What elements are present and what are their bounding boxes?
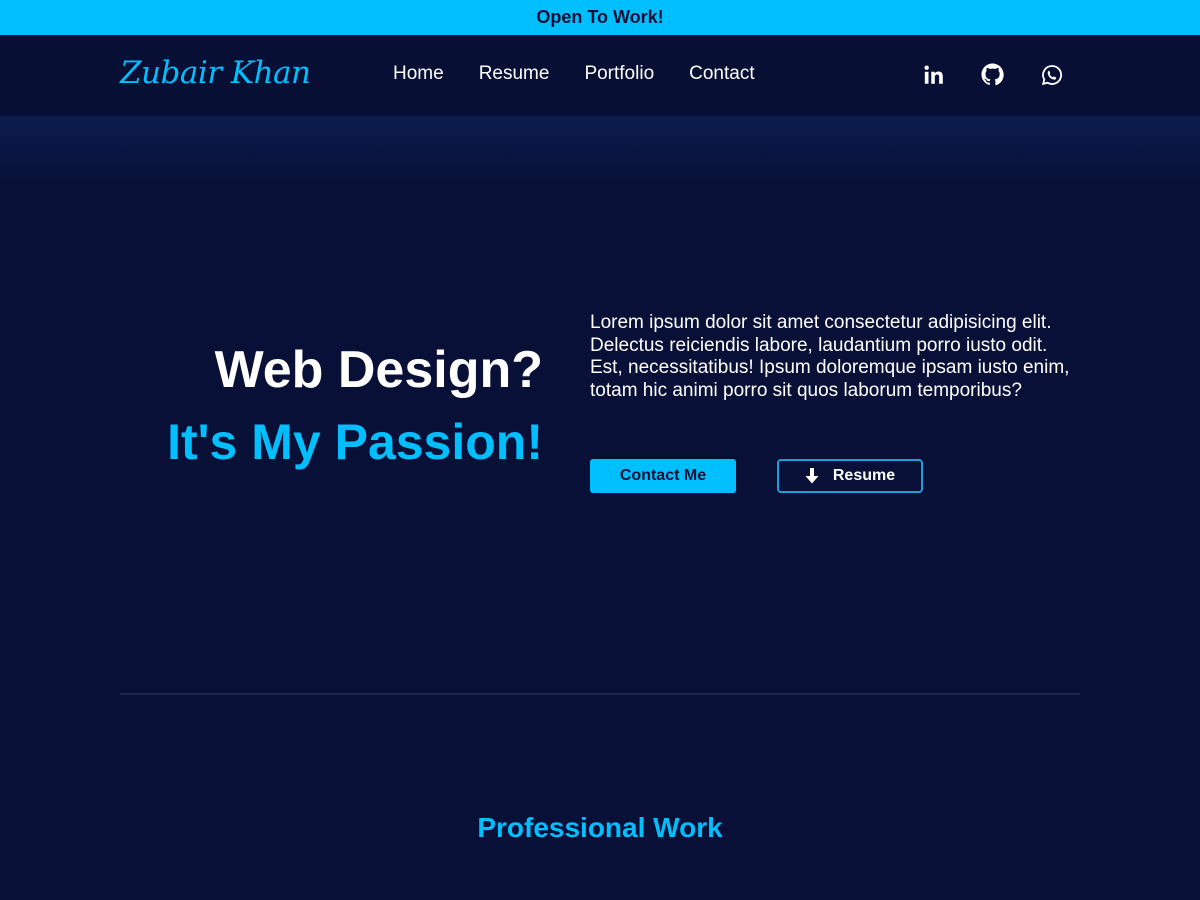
nav-link-resume[interactable]: Resume — [479, 63, 550, 85]
hero-top-glow — [0, 116, 1200, 186]
download-arrow-icon — [805, 468, 819, 484]
social-links — [921, 62, 1064, 87]
linkedin-icon[interactable] — [921, 62, 946, 87]
section-divider — [120, 693, 1080, 695]
nav-links: Home Resume Portfolio Contact — [393, 63, 790, 85]
nav-link-home[interactable]: Home — [393, 63, 444, 85]
banner-text: Open To Work! — [536, 7, 664, 27]
nav-link-contact[interactable]: Contact — [689, 63, 754, 85]
whatsapp-icon[interactable] — [1039, 62, 1064, 87]
open-to-work-banner: Open To Work! — [0, 0, 1200, 35]
nav-link-portfolio[interactable]: Portfolio — [584, 63, 654, 85]
hero-description: Lorem ipsum dolor sit amet consectetur a… — [590, 312, 1070, 401]
contact-me-label: Contact Me — [619, 467, 707, 484]
hero-headline: Web Design? — [214, 341, 543, 399]
github-icon[interactable] — [980, 62, 1005, 87]
resume-download-button[interactable]: Resume — [777, 459, 923, 493]
navbar: Zubair Khan Home Resume Portfolio Contac… — [0, 35, 1200, 116]
resume-label: Resume — [832, 467, 896, 484]
contact-me-button[interactable]: Contact Me — [590, 459, 736, 493]
site-logo[interactable]: Zubair Khan — [120, 55, 311, 91]
professional-work-heading: Professional Work — [477, 812, 723, 843]
hero-subheadline: It's My Passion! — [167, 414, 543, 470]
hero-title: Web Design? It's My Passion! — [167, 340, 543, 472]
